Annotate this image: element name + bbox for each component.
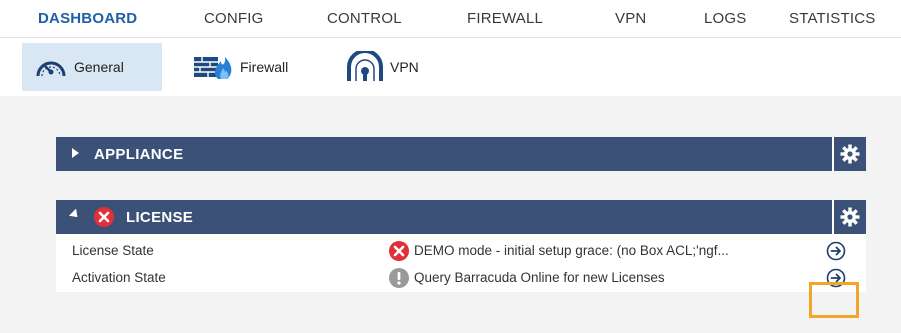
info-icon xyxy=(389,268,409,291)
tab-dashboard[interactable]: DASHBOARD xyxy=(38,10,137,27)
subtab-firewall[interactable]: Firewall xyxy=(180,43,298,91)
tab-statistics[interactable]: STATISTICS xyxy=(789,10,875,27)
subtab-vpn-label: VPN xyxy=(390,59,419,75)
error-icon xyxy=(94,207,114,232)
license-state-value: DEMO mode - initial setup grace: (no Box… xyxy=(414,243,729,258)
activation-state-row: Activation State Query Barracuda Online … xyxy=(56,264,866,291)
top-navigation: DASHBOARD CONFIG CONTROL FIREWALL VPN LO… xyxy=(0,0,901,38)
tab-control[interactable]: CONTROL xyxy=(327,10,402,27)
appliance-panel: APPLIANCE xyxy=(56,137,866,171)
error-icon xyxy=(389,241,409,264)
license-state-details-button[interactable] xyxy=(826,241,846,264)
collapse-arrow-icon[interactable] xyxy=(68,208,82,221)
vpn-icon xyxy=(346,51,384,83)
activation-state-label: Activation State xyxy=(72,270,166,285)
activation-state-value: Query Barracuda Online for new Licenses xyxy=(414,270,665,285)
tab-config[interactable]: CONFIG xyxy=(204,10,264,27)
tab-vpn[interactable]: VPN xyxy=(615,10,646,27)
license-panel-header[interactable]: LICENSE xyxy=(56,200,866,234)
tab-firewall[interactable]: FIREWALL xyxy=(467,10,543,27)
license-settings-button[interactable] xyxy=(832,200,866,234)
subtab-general-label: General xyxy=(74,59,124,75)
sub-navigation: General Firewall VPN xyxy=(0,39,901,95)
subtab-firewall-label: Firewall xyxy=(240,59,289,75)
speedometer-icon xyxy=(34,54,68,80)
arrow-circle-right-icon xyxy=(826,241,846,261)
license-state-row: License State DEMO mode - initial setup … xyxy=(56,237,866,264)
appliance-panel-title: APPLIANCE xyxy=(94,146,184,163)
tab-logs[interactable]: LOGS xyxy=(704,10,746,27)
license-panel: LICENSE License State DEMO mode - initia… xyxy=(56,200,866,292)
highlight-box xyxy=(809,282,859,318)
appliance-panel-header[interactable]: APPLIANCE xyxy=(56,137,866,171)
expand-arrow-icon[interactable] xyxy=(72,148,79,158)
appliance-settings-button[interactable] xyxy=(832,137,866,171)
license-panel-body: License State DEMO mode - initial setup … xyxy=(56,234,866,292)
gear-icon xyxy=(840,207,860,227)
subtab-general[interactable]: General xyxy=(22,43,162,91)
firewall-icon xyxy=(192,53,234,81)
dashboard-content: APPLIANCE LICENSE License State DEMO mod… xyxy=(0,96,901,333)
gear-icon xyxy=(840,144,860,164)
subtab-vpn[interactable]: VPN xyxy=(334,43,429,91)
license-state-label: License State xyxy=(72,243,154,258)
license-panel-title: LICENSE xyxy=(126,209,194,226)
